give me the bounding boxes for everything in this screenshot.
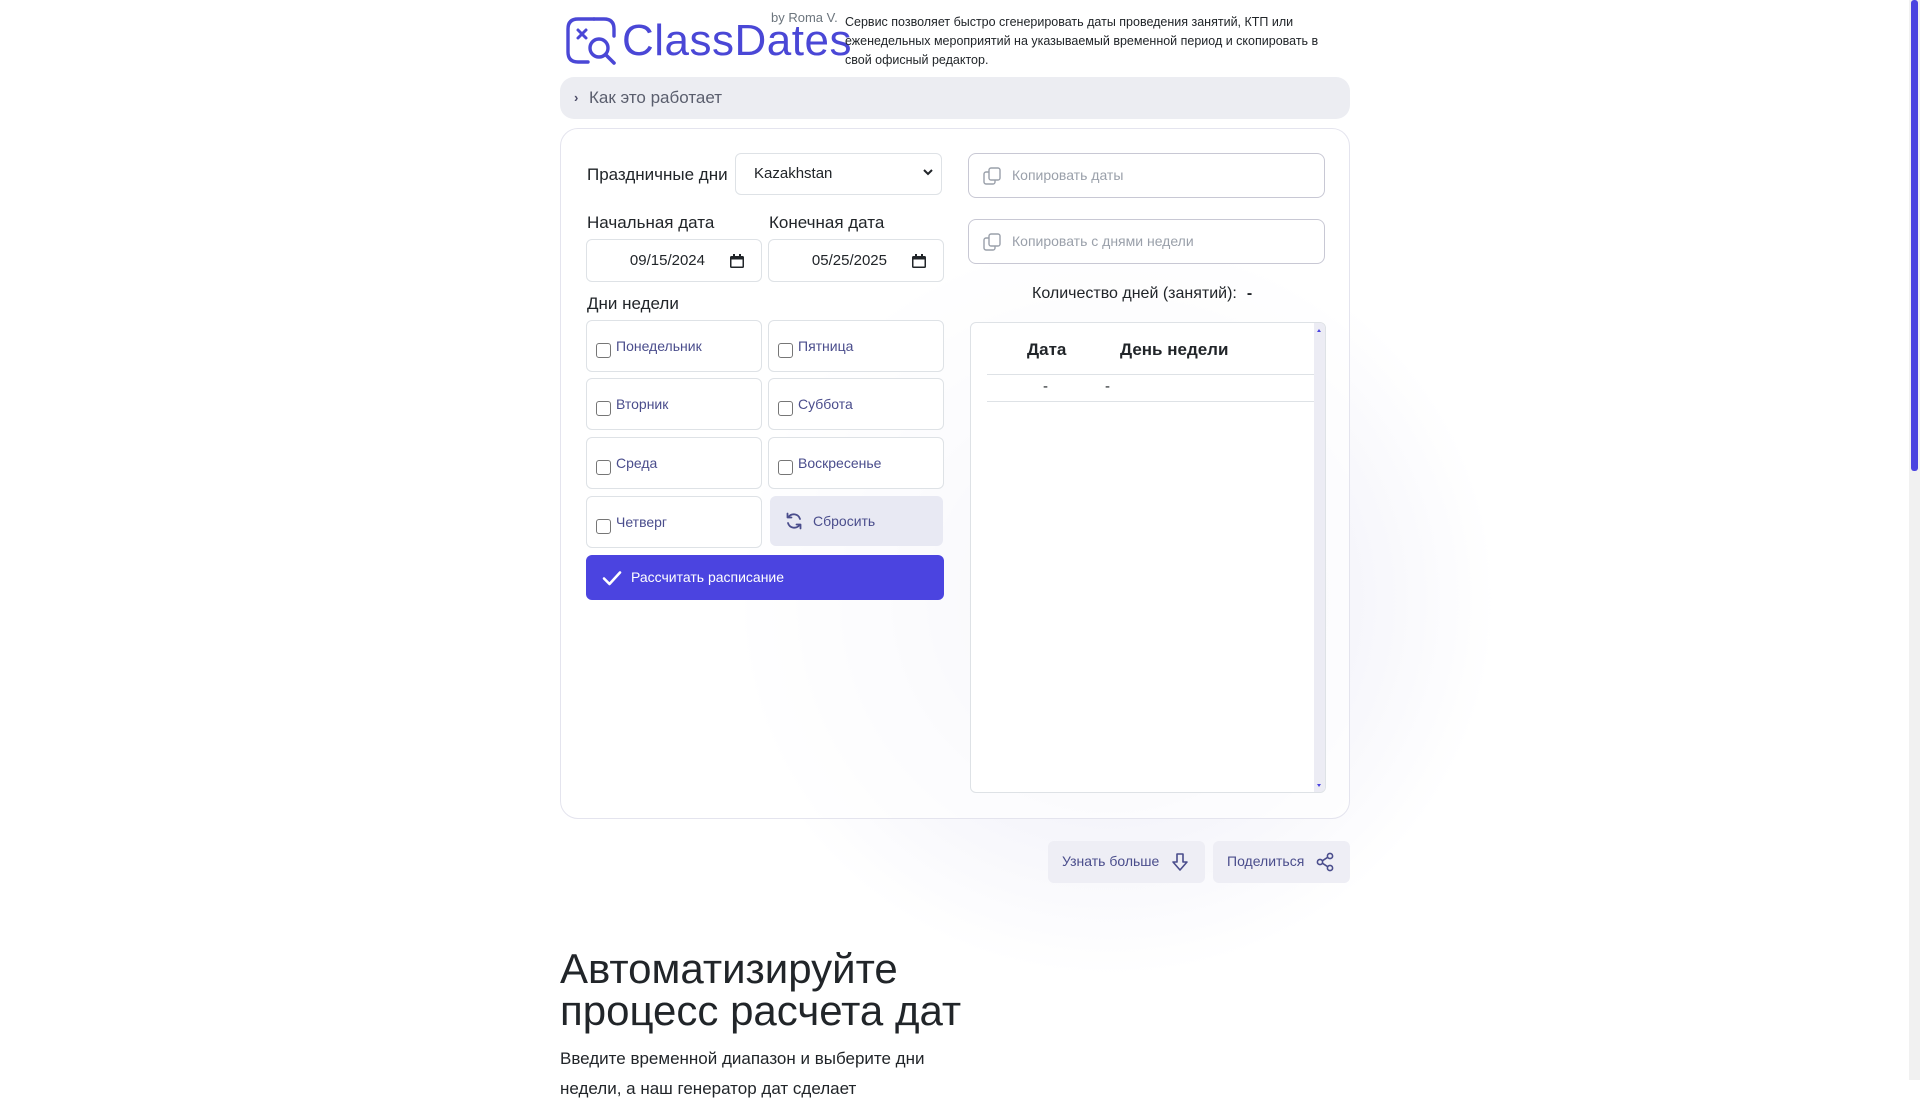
day-label[interactable]: Четверг — [616, 514, 667, 530]
chevron-right-icon: › — [574, 90, 579, 105]
copy-with-weekdays-field[interactable]: Копировать с днями недели — [968, 219, 1325, 264]
thursday-checkbox[interactable] — [596, 519, 611, 534]
day-option-saturday[interactable]: Суббота — [768, 378, 944, 430]
end-date-label: Конечная дата — [769, 213, 885, 232]
wednesday-checkbox[interactable] — [596, 460, 611, 475]
country-select-value: Kazakhstan — [754, 165, 833, 182]
copy-weekdays-placeholder: Копировать с днями недели — [1012, 233, 1194, 249]
page-scrollbar-thumb[interactable] — [1911, 0, 1918, 471]
day-option-tuesday[interactable]: Вторник — [586, 378, 762, 430]
arrow-down-curved-icon — [1172, 853, 1188, 871]
dates-table: Дата День недели - - — [970, 322, 1326, 793]
reset-button[interactable]: Сбросить — [770, 496, 943, 546]
scroll-up-arrow-icon[interactable] — [1317, 329, 1321, 332]
copy-dates-placeholder: Копировать даты — [1012, 167, 1124, 183]
sunday-checkbox[interactable] — [778, 460, 793, 475]
weekdays-label: Дни недели — [587, 294, 679, 313]
page-scrollbar[interactable] — [1909, 0, 1920, 1080]
day-label[interactable]: Вторник — [616, 396, 668, 412]
schedule-card: Праздничные дни Kazakhstan Начальная дат… — [560, 128, 1350, 819]
learn-more-button[interactable]: Узнать больше — [1048, 841, 1205, 883]
copy-icon — [983, 167, 1001, 185]
days-count-label: Количество дней (занятий): — [1032, 285, 1237, 302]
saturday-checkbox[interactable] — [778, 401, 793, 416]
start-date-label: Начальная дата — [587, 213, 715, 232]
country-select[interactable]: Kazakhstan — [735, 153, 942, 195]
share-button[interactable]: Поделиться — [1213, 841, 1350, 883]
calendar-icon[interactable] — [729, 253, 745, 269]
hero-title-line-1: Автоматизируйте — [560, 945, 898, 992]
service-description: Сервис позволяет быстро сгенерировать да… — [845, 15, 1319, 67]
calculate-schedule-button[interactable]: Рассчитать расписание — [586, 555, 944, 600]
day-option-thursday[interactable]: Четверг — [586, 496, 762, 548]
copy-dates-field[interactable]: Копировать даты — [968, 153, 1325, 198]
start-date-input[interactable]: 09/15/2024 — [586, 239, 762, 282]
table-header-divider — [987, 374, 1315, 375]
friday-checkbox[interactable] — [778, 343, 793, 358]
day-option-friday[interactable]: Пятница — [768, 320, 944, 372]
days-count-value: - — [1246, 285, 1253, 302]
hero-title: Автоматизируйте процесс расчета дат — [560, 948, 961, 1032]
tuesday-checkbox[interactable] — [596, 401, 611, 416]
checkmark-icon — [602, 571, 622, 586]
hero-title-line-2: процесс расчета дат — [560, 987, 962, 1034]
table-row-divider — [987, 401, 1315, 402]
column-header-date: Дата — [1027, 340, 1067, 359]
table-cell-weekday: - — [1105, 378, 1110, 395]
day-label[interactable]: Суббота — [798, 396, 853, 412]
share-label: Поделиться — [1227, 853, 1305, 869]
end-date-value: 05/25/2025 — [811, 252, 887, 269]
chevron-down-icon — [923, 169, 933, 176]
day-option-sunday[interactable]: Воскресенье — [768, 437, 944, 489]
copy-icon — [983, 233, 1001, 251]
column-header-weekday: День недели — [1120, 340, 1229, 359]
refresh-icon — [786, 512, 802, 530]
calculate-label: Рассчитать расписание — [631, 569, 785, 585]
day-option-monday[interactable]: Понедельник — [586, 320, 762, 372]
end-date-input[interactable]: 05/25/2025 — [768, 239, 944, 282]
table-cell-date: - — [1043, 378, 1048, 395]
share-icon — [1316, 852, 1334, 872]
day-label[interactable]: Пятница — [798, 338, 853, 354]
learn-more-label: Узнать больше — [1062, 853, 1160, 869]
days-count: Количество дней (занятий): - — [1032, 285, 1252, 303]
brand-author: by Roma V. — [771, 10, 838, 25]
day-label[interactable]: Понедельник — [616, 338, 702, 354]
hero-subtitle: Введите временной диапазон и выберите дн… — [560, 1049, 925, 1098]
holidays-label: Праздничные дни — [587, 165, 728, 184]
scroll-down-arrow-icon[interactable] — [1317, 784, 1321, 787]
calendar-icon[interactable] — [911, 253, 927, 269]
accordion-label: Как это работает — [589, 88, 723, 107]
calendar-search-logo-icon — [566, 17, 616, 65]
day-option-wednesday[interactable]: Среда — [586, 437, 762, 489]
monday-checkbox[interactable] — [596, 343, 611, 358]
how-it-works-accordion[interactable]: › Как это работает — [560, 77, 1350, 119]
day-label[interactable]: Воскресенье — [798, 455, 881, 471]
reset-label: Сбросить — [813, 513, 876, 529]
day-label[interactable]: Среда — [616, 455, 657, 471]
table-scrollbar[interactable] — [1314, 323, 1325, 792]
header: ClassDates by Roma V. Сервис позволяет б… — [560, 0, 1350, 76]
start-date-value: 09/15/2024 — [629, 252, 705, 269]
